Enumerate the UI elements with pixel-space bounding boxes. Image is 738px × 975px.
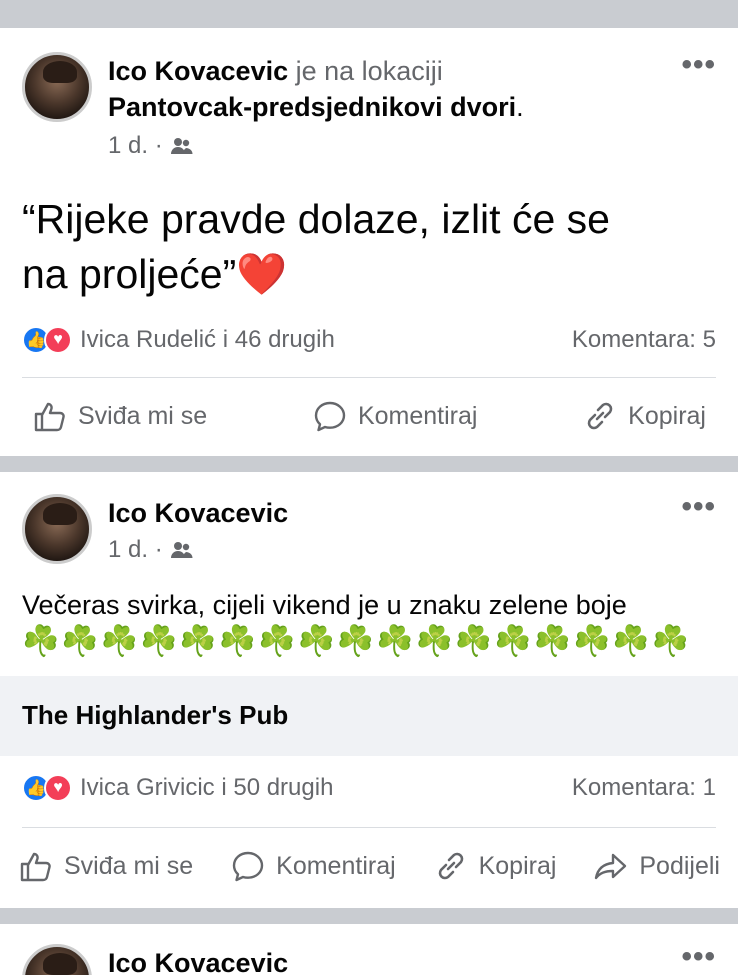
avatar[interactable] (22, 944, 92, 975)
copy-label: Kopiraj (478, 851, 557, 880)
copy-button[interactable]: Kopiraj (433, 848, 557, 884)
comment-button[interactable]: Komentiraj (230, 848, 396, 884)
location-line: Pantovcak-predsjednikovi dvori. (108, 90, 524, 124)
divider (22, 827, 716, 828)
link-icon (438, 852, 463, 880)
like-label: Sviđa mi se (64, 851, 194, 880)
post-text: “Rijeke pravde dolaze, izlit će se na pr… (22, 192, 722, 302)
reaction-icons[interactable]: 👍 ♥ (22, 326, 72, 354)
post-header: Ico Kovacevic (108, 946, 288, 975)
comment-label: Komentiraj (276, 851, 396, 880)
author-name[interactable]: Ico Kovacevic (108, 948, 288, 975)
post-2: Ico Kovacevic 1 d. · ••• Večeras svirka,… (0, 472, 738, 908)
divider (22, 377, 716, 378)
post-header: Ico Kovacevic je na lokaciji (108, 54, 443, 88)
location-name[interactable]: Pantovcak-predsjednikovi dvori (108, 92, 516, 122)
author-name[interactable]: Ico Kovacevic (108, 498, 288, 528)
location-suffix: . (516, 92, 524, 122)
post-1: Ico Kovacevic je na lokaciji Pantovcak-p… (0, 28, 738, 456)
reaction-icons[interactable]: 👍 ♥ (22, 774, 72, 802)
clover-emojis: ☘️☘️☘️☘️☘️☘️☘️☘️☘️☘️☘️☘️☘️☘️☘️☘️☘️ (22, 625, 692, 658)
friends-audience-icon (170, 542, 193, 558)
comments-count[interactable]: Komentara: 1 (572, 774, 716, 802)
comment-bubble-icon (232, 851, 264, 882)
post-text: Večeras svirka, cijeli vikend je u znaku… (22, 590, 627, 620)
avatar[interactable] (22, 494, 92, 564)
feed-separator (0, 0, 738, 28)
author-name[interactable]: Ico Kovacevic (108, 56, 288, 86)
heart-emoji: ❤️ (236, 251, 288, 297)
post-3: Ico Kovacevic ••• (0, 924, 738, 975)
comment-label: Komentiraj (357, 401, 478, 430)
post-text-line-1: “Rijeke pravde dolaze, izlit će se (22, 196, 610, 242)
link-icon (587, 402, 613, 430)
post-meta: 1 d. · (108, 132, 193, 160)
love-reaction-icon: ♥ (44, 774, 72, 802)
friends-audience-icon (170, 138, 193, 154)
post-text-line-2: na proljeće” (22, 251, 237, 297)
post-time[interactable]: 1 d. · (108, 536, 163, 564)
share-arrow-icon (595, 853, 627, 880)
share-label: Podijeli (639, 851, 720, 880)
action-bar: Sviđa mi se Komentiraj Kopiraj (18, 398, 720, 434)
reactions-summary[interactable]: Ivica Grivicic i 50 drugih (80, 774, 333, 802)
feed-separator (0, 456, 738, 472)
comments-count[interactable]: Komentara: 5 (572, 326, 716, 354)
comment-bubble-icon (314, 401, 346, 432)
post-meta: 1 d. · (108, 536, 193, 564)
like-button[interactable]: Sviđa mi se (18, 848, 193, 884)
reactions-row: 👍 ♥ Ivica Rudelić i 46 drugih Komentara:… (22, 326, 716, 354)
more-options-icon[interactable]: ••• (681, 48, 716, 82)
link-preview[interactable]: The Highlander's Pub (0, 676, 738, 756)
more-options-icon[interactable]: ••• (681, 940, 716, 974)
reactions-summary[interactable]: Ivica Rudelić i 46 drugih (80, 326, 335, 354)
love-reaction-icon: ♥ (44, 326, 72, 354)
thumbs-up-icon (34, 402, 65, 432)
feed-separator (0, 908, 738, 924)
post-header: Ico Kovacevic (108, 496, 288, 530)
link-preview-title[interactable]: The Highlander's Pub (22, 700, 288, 731)
comment-button[interactable]: Komentiraj (312, 398, 478, 434)
more-options-icon[interactable]: ••• (681, 490, 716, 524)
like-button[interactable]: Sviđa mi se (32, 398, 207, 434)
share-button[interactable]: Podijeli (593, 848, 720, 884)
copy-label: Kopiraj (628, 401, 706, 430)
post-time[interactable]: 1 d. · (108, 132, 163, 160)
reactions-row: 👍 ♥ Ivica Grivicic i 50 drugih Komentara… (22, 774, 716, 802)
thumbs-up-icon (20, 852, 51, 882)
like-label: Sviđa mi se (78, 401, 208, 430)
avatar[interactable] (22, 52, 92, 122)
location-prefix: je na lokaciji (295, 56, 443, 86)
action-bar: Sviđa mi se Komentiraj Kopiraj Podijeli (18, 848, 720, 884)
copy-button[interactable]: Kopiraj (582, 398, 706, 434)
